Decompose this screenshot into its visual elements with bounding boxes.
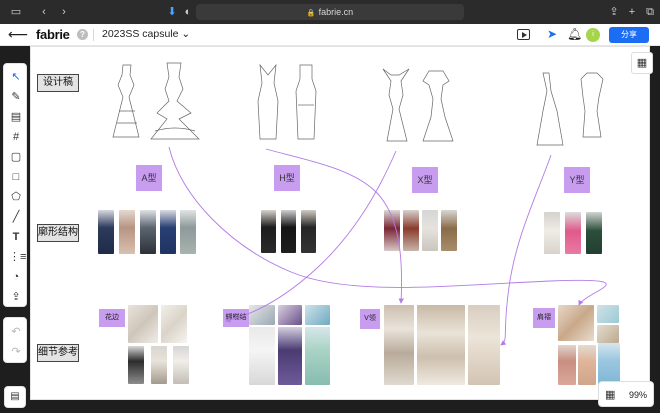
rectangle-tool-icon[interactable]: □ — [9, 170, 23, 184]
project-name: 2023SS capsule — [102, 28, 179, 40]
avatar[interactable]: i — [586, 28, 600, 42]
address-bar[interactable]: 🔒 fabrie.cn — [196, 4, 464, 20]
layers-panel-icon[interactable]: ▤ — [4, 386, 26, 408]
redo-icon[interactable]: ↷ — [10, 346, 22, 358]
frame-tool-icon[interactable]: # — [9, 130, 23, 144]
pen-tool-icon[interactable]: ✎ — [9, 90, 23, 104]
lock-icon: 🔒 — [306, 10, 316, 17]
left-toolbar: ↖ ✎ ▤ # ▢ □ ⬠ ╱ T ⋮≡ ◔ ⇪ — [3, 63, 27, 307]
canvas-board[interactable]: 设计稿 廓形结构 细节参考 A型 H型 X型 Y型 花边 蝴蝶结 V领 肩褶 — [30, 46, 650, 400]
minimap-icon[interactable]: ▦ — [605, 388, 615, 401]
help-icon[interactable]: ? — [77, 29, 88, 40]
sidebar-toggle-icon[interactable]: ▭ — [8, 4, 24, 20]
app-logo[interactable]: fabrie — [36, 27, 70, 42]
download-icon[interactable]: ⬇ — [164, 4, 180, 20]
back-icon[interactable]: ‹ — [36, 4, 52, 20]
browser-toolbar: ▭ ‹ › ⬇ ◐ 🔒 fabrie.cn ⇪ + ⧉ — [0, 0, 660, 24]
shield-icon[interactable]: ◐ — [180, 4, 196, 20]
select-tool-icon[interactable]: ↖ — [9, 70, 23, 84]
cursor-icon[interactable]: ➤ — [547, 27, 557, 41]
arrow-h-to-vneck — [265, 148, 404, 304]
url-text: fabrie.cn — [318, 7, 354, 17]
share-icon[interactable]: ⇪ — [606, 4, 622, 20]
table-view-icon[interactable]: ▦ — [631, 52, 653, 74]
sticky-note-icon[interactable]: ▢ — [9, 150, 23, 164]
line-tool-icon[interactable]: ╱ — [9, 210, 23, 224]
undo-icon[interactable]: ↶ — [10, 326, 22, 338]
new-tab-icon[interactable]: + — [624, 4, 640, 20]
app-header: ⟵ fabrie ? 2023SS capsule ⌄ ➤ 🔔︎ i 分享 — [0, 24, 660, 46]
arrow-x-to-bow — [225, 150, 397, 323]
palette-tool-icon[interactable]: ◔ — [9, 270, 23, 284]
arrow-a-to-shoulder — [168, 146, 607, 306]
present-play-icon[interactable] — [517, 29, 530, 40]
back-arrow-icon[interactable]: ⟵ — [8, 26, 28, 43]
tabs-icon[interactable]: ⧉ — [642, 4, 658, 20]
arrow-y-to-vneck — [500, 154, 552, 346]
chevron-down-icon: ⌄ — [181, 28, 191, 40]
upload-icon[interactable]: ⇪ — [9, 290, 23, 304]
zoom-control[interactable]: ▦ 99% — [598, 381, 654, 407]
history-bar: ↶ ↷ — [3, 317, 27, 363]
project-title[interactable]: 2023SS capsule ⌄ — [102, 28, 190, 40]
forward-icon[interactable]: › — [56, 4, 72, 20]
text-tool-icon[interactable]: T — [9, 230, 23, 244]
connector-arrows — [168, 146, 607, 346]
zoom-level[interactable]: 99% — [629, 390, 647, 400]
layout-tool-icon[interactable]: ▤ — [9, 110, 23, 124]
polygon-tool-icon[interactable]: ⬠ — [9, 190, 23, 204]
header-divider — [93, 29, 94, 41]
list-tool-icon[interactable]: ⋮≡ — [9, 250, 26, 264]
bell-icon[interactable]: 🔔︎ — [567, 27, 582, 41]
share-button[interactable]: 分享 — [609, 27, 649, 43]
